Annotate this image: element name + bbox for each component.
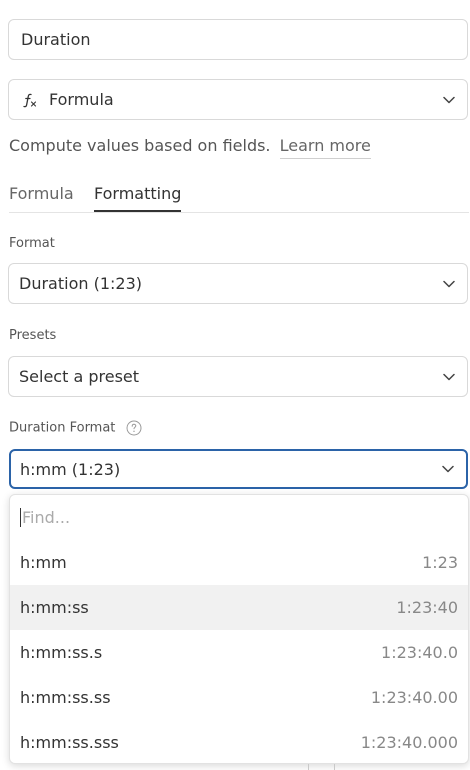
presets-value: Select a preset (19, 367, 140, 386)
presets-select[interactable]: Select a preset (8, 356, 468, 397)
option-example: 1:23:40 (396, 598, 458, 617)
config-tabs: Formula Formatting (9, 184, 469, 213)
format-label: Format (9, 236, 55, 251)
option-h-mm-ss-ss[interactable]: h:mm:ss.ss 1:23:40.00 (10, 675, 468, 720)
background-divider (308, 764, 309, 770)
tab-formatting[interactable]: Formatting (94, 184, 182, 212)
dropdown-search-input[interactable]: Find... (10, 495, 468, 540)
option-label: h:mm:ss.s (20, 643, 103, 662)
option-example: 1:23 (422, 553, 458, 572)
field-name-input[interactable]: Duration (8, 19, 468, 60)
field-config-panel: Duration Formula Compute values based on… (0, 0, 470, 770)
chevron-down-icon (443, 280, 455, 287)
search-placeholder: Find... (22, 508, 71, 527)
field-type-value: Formula (49, 90, 114, 109)
format-select[interactable]: Duration (1:23) (8, 263, 468, 304)
text-caret (20, 508, 21, 527)
field-type-select[interactable]: Formula (8, 79, 468, 120)
field-type-description: Compute values based on fields. Learn mo… (9, 136, 371, 159)
option-example: 1:23:40.00 (370, 688, 458, 707)
option-label: h:mm:ss (20, 598, 89, 617)
duration-format-select[interactable]: h:mm (1:23) (9, 449, 468, 489)
chevron-down-icon (442, 465, 454, 473)
option-label: h:mm:ss.ss (20, 688, 111, 707)
question-circle-icon[interactable] (126, 420, 142, 436)
format-value: Duration (1:23) (19, 274, 142, 293)
option-example: 1:23:40.0 (381, 643, 458, 662)
duration-format-dropdown: Find... h:mm 1:23 h:mm:ss 1:23:40 h:mm:s… (9, 494, 469, 764)
tab-formula[interactable]: Formula (9, 184, 74, 211)
option-h-mm-ss-s[interactable]: h:mm:ss.s 1:23:40.0 (10, 630, 468, 675)
option-label: h:mm:ss.sss (20, 733, 119, 752)
chevron-down-icon (443, 373, 455, 380)
learn-more-link[interactable]: Learn more (279, 136, 371, 159)
option-label: h:mm (20, 553, 67, 572)
option-h-mm-ss[interactable]: h:mm:ss 1:23:40 (10, 585, 468, 630)
formula-icon (21, 91, 39, 109)
chevron-down-icon (443, 96, 455, 103)
option-example: 1:23:40.000 (360, 733, 458, 752)
presets-label: Presets (9, 328, 57, 343)
duration-format-label-row: Duration Format (9, 420, 142, 436)
description-text: Compute values based on fields. (9, 136, 271, 155)
field-name-value: Duration (21, 30, 91, 49)
duration-format-label: Duration Format (9, 420, 116, 436)
option-h-mm[interactable]: h:mm 1:23 (10, 540, 468, 585)
duration-format-value: h:mm (1:23) (20, 459, 121, 479)
option-h-mm-ss-sss[interactable]: h:mm:ss.sss 1:23:40.000 (10, 720, 468, 763)
background-divider (334, 764, 335, 770)
